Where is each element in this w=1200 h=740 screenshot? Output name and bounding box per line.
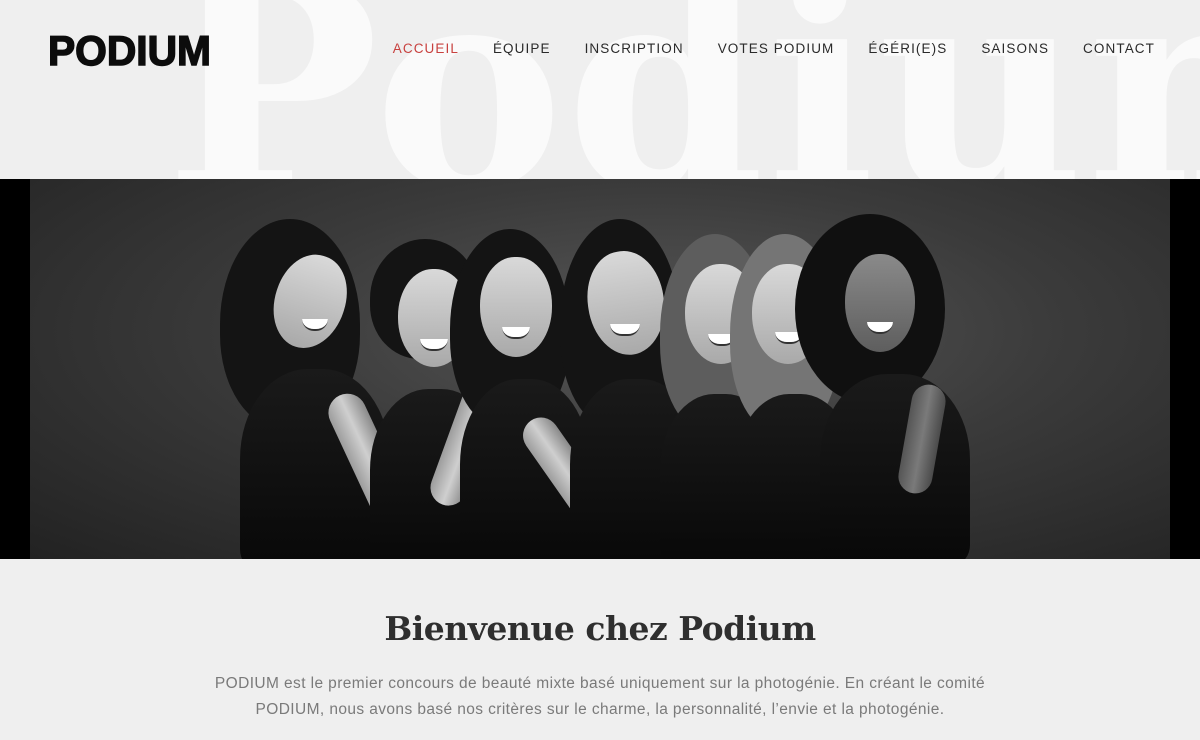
hero-banner bbox=[0, 179, 1200, 559]
nav-item-votes-podium[interactable]: VOTES PODIUM bbox=[718, 40, 835, 58]
welcome-text-line-1: PODIUM est le premier concours de beauté… bbox=[214, 675, 986, 692]
nav-item-inscription[interactable]: INSCRIPTION bbox=[585, 40, 684, 58]
nav-item-equipe[interactable]: ÉQUIPE bbox=[493, 40, 551, 58]
nav-item-saisons[interactable]: SAISONS bbox=[981, 40, 1049, 58]
nav-item-accueil[interactable]: ACCUEIL bbox=[393, 40, 459, 58]
welcome-title: Bienvenue chez Podium bbox=[384, 609, 816, 648]
hero-group-photo bbox=[30, 179, 1170, 559]
site-logo[interactable]: PODIUM bbox=[47, 27, 211, 75]
welcome-text-line-2: PODIUM, nous avons basé nos critères sur… bbox=[255, 701, 945, 718]
welcome-text: PODIUM est le premier concours de beauté… bbox=[180, 671, 1020, 723]
welcome-section: Bienvenue chez Podium PODIUM est le prem… bbox=[0, 559, 1200, 740]
header-watermark: Podium bbox=[165, 0, 1200, 179]
nav-item-contact[interactable]: CONTACT bbox=[1083, 40, 1155, 58]
site-header: Podium PODIUM ACCUEIL ÉQUIPE INSCRIPTION… bbox=[0, 0, 1200, 179]
main-nav: ACCUEIL ÉQUIPE INSCRIPTION VOTES PODIUM … bbox=[359, 40, 1155, 58]
nav-item-egeries[interactable]: ÉGÉRI(E)S bbox=[868, 40, 947, 58]
